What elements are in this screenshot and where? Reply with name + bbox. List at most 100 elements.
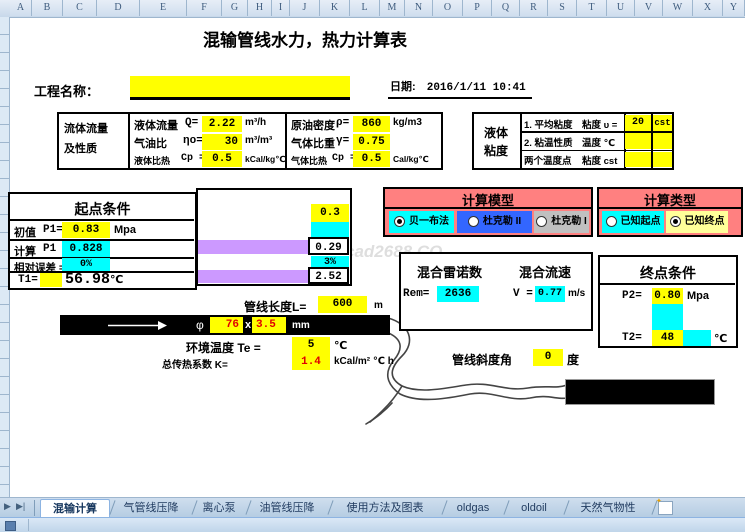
sheet-tab-7[interactable]: oldoil	[506, 499, 562, 517]
gas-oil-ratio-symbol: ηo=	[183, 135, 203, 147]
liquid-flow-input[interactable]: 2.22	[202, 116, 242, 132]
column-header-G[interactable]: G	[222, 0, 248, 16]
radio-icon[interactable]	[606, 216, 617, 227]
viscosity-label: 液体	[484, 124, 508, 141]
start-p1-unit: Mpa	[114, 224, 136, 236]
visc-value-input[interactable]: 20	[625, 115, 651, 131]
column-header-V[interactable]: V	[635, 0, 663, 16]
column-header-E[interactable]: E	[140, 0, 187, 16]
insert-worksheet-tab[interactable]: ✦	[658, 501, 673, 515]
column-header-K[interactable]: K	[320, 0, 350, 16]
sheet-tab-2[interactable]: 气管线压降	[112, 499, 190, 517]
result-1[interactable]: 0.3	[311, 204, 349, 222]
column-header-X[interactable]: X	[693, 0, 723, 16]
gas-heat-input[interactable]: 0.5	[353, 151, 390, 167]
type-option-known-start[interactable]: 已知起点	[602, 211, 664, 233]
liquid-heat-input[interactable]: 0.5	[202, 151, 242, 167]
gas-oil-ratio-input[interactable]: 30	[202, 134, 242, 150]
sheet-tab-8[interactable]: 天然气物性	[566, 499, 650, 517]
column-header-H[interactable]: H	[248, 0, 272, 16]
ambient-temp-input[interactable]: 5	[292, 337, 330, 354]
result-cyan-cell[interactable]	[311, 222, 349, 237]
column-header-C[interactable]: C	[63, 0, 97, 16]
start-p1-input[interactable]: 0.83	[62, 222, 110, 238]
pipe-length-input[interactable]: 600	[318, 296, 367, 313]
sparkle-icon: ✦	[656, 497, 662, 505]
viscosity-grid: 1. 平均粘度 粘度 υ = 2. 粘温性质 温度 ℃ 两个温度点 粘度 cst…	[522, 114, 672, 168]
radio-icon[interactable]	[468, 216, 479, 227]
visc-temp1-input[interactable]	[625, 133, 651, 149]
column-header-U[interactable]: U	[607, 0, 635, 16]
pipe-diameter-input[interactable]: 76	[210, 317, 243, 333]
end-cyan-cell[interactable]	[652, 304, 683, 331]
model-option-label: 贝一布法	[409, 216, 449, 227]
end-t2-value[interactable]: 48	[652, 330, 683, 346]
calc-type-box: 计算类型 已知起点 已知终点	[597, 187, 743, 237]
start-error-value[interactable]: 0%	[62, 258, 110, 271]
divider	[28, 519, 29, 531]
visc-temp2-input[interactable]	[653, 133, 672, 149]
sheet-tab-4[interactable]: 油管线压降	[248, 499, 326, 517]
column-header-W[interactable]: W	[663, 0, 693, 16]
reynolds-value[interactable]: 2636	[437, 286, 479, 302]
slope-angle-label: 管线斜度角	[452, 351, 512, 368]
purple-bar	[198, 240, 311, 254]
gas-gravity-label: 气体比重	[291, 135, 335, 151]
visc-v2-input[interactable]	[653, 152, 672, 167]
start-title: 起点条件	[10, 199, 195, 219]
column-header-I[interactable]: I	[272, 0, 290, 16]
column-header-R[interactable]: R	[520, 0, 548, 16]
oil-density-input[interactable]: 860	[353, 116, 390, 132]
start-calc-value[interactable]: 0.828	[62, 241, 110, 257]
column-header-S[interactable]: S	[548, 0, 577, 16]
column-header-T[interactable]: T	[577, 0, 607, 16]
column-header-M[interactable]: M	[380, 0, 405, 16]
column-header-D[interactable]: D	[97, 0, 140, 16]
model-option-dukler2[interactable]: 杜克勒 II	[457, 211, 532, 233]
ambient-temp-unit: ℃	[334, 339, 347, 352]
radio-icon[interactable]	[536, 216, 547, 227]
sheet-tab-1[interactable]: 混输计算	[40, 499, 110, 518]
model-option-beggs-brill[interactable]: 贝一布法	[389, 211, 454, 233]
velocity-value[interactable]: 0.77	[535, 286, 565, 302]
calc-model-box: 计算模型 贝一布法 杜克勒 II 杜克勒 I	[383, 187, 593, 237]
column-header-Q[interactable]: Q	[492, 0, 520, 16]
column-header-J[interactable]: J	[290, 0, 320, 16]
liquid-flow-unit: m³/h	[245, 117, 266, 128]
radio-selected-icon[interactable]	[670, 216, 681, 227]
type-option-label: 已知起点	[621, 216, 661, 227]
start-t1-value: 56.98	[65, 271, 110, 288]
column-header-Y[interactable]: Y	[723, 0, 745, 16]
column-header-O[interactable]: O	[433, 0, 463, 16]
column-header-A[interactable]: A	[10, 0, 32, 16]
heat-coeff-input[interactable]: 1.4	[292, 354, 330, 370]
model-option-dukler1[interactable]: 杜克勒 I	[534, 211, 589, 233]
sheet-tab-5[interactable]: 使用方法及图表	[330, 499, 440, 517]
pipe-thickness-input[interactable]: 3.5	[252, 317, 286, 333]
liquid-flow-symbol: Q=	[185, 117, 198, 129]
sheet-tab-6[interactable]: oldgas	[444, 499, 502, 517]
sheet-tab-bar: ▶▶| 混输计算气管线压降离心泵油管线压降使用方法及图表oldgasoldoil…	[0, 497, 745, 518]
heat-coeff-unit: kCal/m² ℃ h	[334, 356, 394, 367]
gas-gravity-symbol: γ=	[336, 135, 349, 147]
visc-row2-field: 温度 ℃	[582, 135, 615, 149]
type-option-known-end[interactable]: 已知终点	[666, 211, 728, 233]
column-header-L[interactable]: L	[350, 0, 380, 16]
gas-gravity-input[interactable]: 0.75	[353, 134, 390, 150]
visc-v1-input[interactable]	[625, 152, 651, 167]
divider	[599, 207, 741, 209]
end-p2-value[interactable]: 0.80	[652, 288, 683, 304]
radio-selected-icon[interactable]	[394, 216, 405, 227]
sheet-tab-3[interactable]: 离心泵	[194, 499, 244, 517]
column-header-P[interactable]: P	[463, 0, 492, 16]
column-header-N[interactable]: N	[405, 0, 433, 16]
start-t1-input[interactable]	[40, 273, 62, 287]
column-header-row: ABCDEFGHIJKLMNOPQRSTUVWXY	[0, 0, 745, 18]
slope-angle-input[interactable]: 0	[533, 349, 563, 366]
column-header-B[interactable]: B	[32, 0, 63, 16]
column-header-F[interactable]: F	[187, 0, 222, 16]
visc-unit-cell[interactable]: cst	[653, 115, 672, 131]
end-t2-cyan-cell[interactable]	[683, 330, 711, 346]
project-name-input[interactable]	[130, 76, 350, 100]
project-name-label: 工程名称：	[34, 81, 99, 100]
